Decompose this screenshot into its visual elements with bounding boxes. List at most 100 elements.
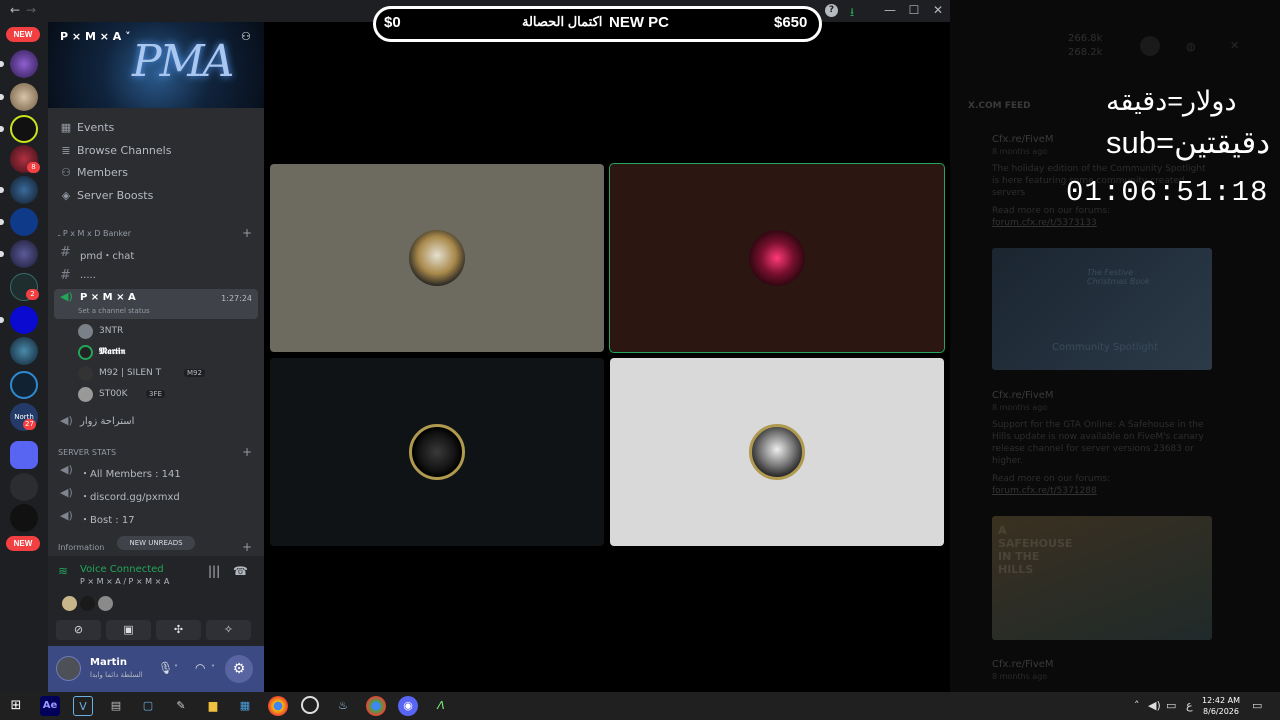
- invite-icon[interactable]: ⚇: [241, 30, 251, 43]
- app-icon[interactable]: Λ: [431, 696, 451, 716]
- video-tile-speaking[interactable]: [609, 163, 945, 353]
- system-clock[interactable]: 12:42 AM 8/6/2026: [1196, 695, 1246, 717]
- chevron-down-icon[interactable]: ˅: [174, 664, 178, 673]
- server-icon[interactable]: [10, 473, 38, 501]
- server-icon[interactable]: [10, 115, 38, 143]
- voice-channel-pxmxa[interactable]: ◀) P × M × A 1:27:24 Set a channel statu…: [54, 289, 258, 319]
- server-icon[interactable]: [10, 371, 38, 399]
- category-banker[interactable]: ـ P x M x D Banker +: [48, 226, 264, 243]
- obs-icon[interactable]: [301, 696, 319, 714]
- menu-label: Members: [77, 166, 128, 179]
- menu-events[interactable]: ▦ Events: [48, 118, 264, 140]
- stat-bost[interactable]: ◀) ・Bost : 17: [54, 508, 258, 528]
- gear-icon[interactable]: ⚙: [225, 655, 253, 683]
- folder-icon[interactable]: [10, 441, 38, 469]
- noise-suppression-icon[interactable]: |||: [208, 564, 220, 578]
- video-tile[interactable]: [270, 164, 604, 352]
- server-icon[interactable]: [10, 208, 38, 236]
- screen: ← → ? ⭳ — ☐ ✕ NEW 8 2 North 27 NEW PMA P…: [0, 0, 1280, 720]
- screen-share-button[interactable]: ▣: [106, 620, 151, 640]
- channel-pmd-chat[interactable]: # pmd・chat: [54, 244, 258, 264]
- vegas-icon[interactable]: V: [73, 696, 93, 716]
- server-icon[interactable]: [10, 337, 38, 365]
- microphone-icon[interactable]: 🎙: [158, 661, 173, 675]
- maximize-icon[interactable]: ☐: [904, 3, 924, 17]
- category-server-stats[interactable]: SERVER STATS +: [48, 445, 264, 462]
- voice-user[interactable]: ST00K 3FE: [78, 386, 248, 404]
- signal-icon[interactable]: ≋: [58, 564, 68, 578]
- shares-count: 268.2k: [1068, 47, 1103, 58]
- menu-browse-channels[interactable]: ≣ Browse Channels: [48, 141, 264, 163]
- help-icon[interactable]: ?: [825, 4, 838, 17]
- minimize-icon[interactable]: —: [880, 3, 900, 17]
- channel-status[interactable]: Set a channel status: [78, 307, 150, 315]
- unread-dot: [0, 61, 4, 67]
- network-icon[interactable]: ▭: [1166, 699, 1176, 712]
- volume-icon[interactable]: ◀): [1148, 699, 1161, 712]
- avatar[interactable]: [56, 656, 81, 681]
- server-icon[interactable]: [10, 504, 38, 532]
- chevron-down-icon[interactable]: ˅: [211, 664, 215, 673]
- stat-invite[interactable]: ◀) ・discord.gg/pxmxd: [54, 485, 258, 505]
- channel-label: .....: [80, 270, 96, 281]
- unread-dot: [0, 94, 4, 100]
- voice-status[interactable]: Voice Connected: [80, 564, 164, 575]
- add-channel-icon[interactable]: +: [242, 445, 252, 459]
- post-time: 8 months ago: [992, 672, 1048, 681]
- steam-icon[interactable]: ♨: [333, 696, 353, 716]
- server-icon[interactable]: [10, 50, 38, 78]
- unread-dot: [0, 126, 4, 132]
- menu-server-boosts[interactable]: ◈ Server Boosts: [48, 186, 264, 208]
- file-explorer-icon[interactable]: ▆: [203, 696, 223, 716]
- window-icon[interactable]: ▢: [138, 696, 158, 716]
- menu-members[interactable]: ⚇ Members: [48, 163, 264, 185]
- after-effects-icon[interactable]: Ae: [40, 696, 60, 716]
- stat-members[interactable]: ◀) ・All Members : 141: [54, 462, 258, 482]
- stream-overlay-panel: 266.8k 268.2k ◍ ✕ X.COM FEED Cfx.re/Five…: [950, 0, 1280, 692]
- chrome-icon[interactable]: [268, 696, 288, 716]
- activities-button[interactable]: ✣: [156, 620, 201, 640]
- server-name[interactable]: P × M × A ˅: [60, 30, 131, 43]
- ghost-app-icon[interactable]: ✎: [171, 696, 191, 716]
- voice-location[interactable]: P × M × A / P × M × A: [80, 577, 169, 586]
- avatar[interactable]: [62, 596, 77, 611]
- server-icon[interactable]: [10, 176, 38, 204]
- add-channel-icon[interactable]: +: [242, 540, 252, 554]
- new-unreads-button[interactable]: NEW UNREADS: [117, 536, 195, 550]
- disconnect-icon[interactable]: ☎: [233, 564, 248, 578]
- avatar[interactable]: [80, 596, 95, 611]
- avatar[interactable]: [98, 596, 113, 611]
- server-icon[interactable]: [10, 306, 38, 334]
- store-icon[interactable]: ▦: [235, 696, 255, 716]
- avatar: [409, 230, 465, 286]
- server-icon[interactable]: [10, 83, 38, 111]
- post-image: Community Spotlight The Festive Christma…: [992, 248, 1212, 370]
- close-icon[interactable]: ✕: [928, 3, 948, 17]
- camera-off-button[interactable]: ⊘: [56, 620, 101, 640]
- forward-arrow-icon[interactable]: →: [26, 3, 36, 17]
- back-arrow-icon[interactable]: ←: [10, 3, 20, 17]
- hash-icon: #: [60, 245, 71, 260]
- chrome-profile-icon[interactable]: [366, 696, 386, 716]
- soundboard-button[interactable]: ✧: [206, 620, 251, 640]
- post-image-subtitle: The Festive Christmas Book: [1087, 268, 1150, 286]
- user-name[interactable]: Martin: [90, 657, 127, 668]
- download-icon[interactable]: ⭳: [850, 3, 854, 24]
- voice-user[interactable]: 3NTR: [78, 323, 248, 341]
- tray-chevron-icon[interactable]: ˄: [1134, 699, 1140, 712]
- video-tile[interactable]: [270, 358, 604, 546]
- discord-icon[interactable]: ◉: [398, 696, 418, 716]
- speaker-icon: ◀): [60, 290, 73, 303]
- input-language[interactable]: ع: [1186, 699, 1193, 712]
- headphones-icon[interactable]: ◠: [195, 661, 205, 675]
- channel-dots[interactable]: #.....: [54, 267, 258, 287]
- voice-channel-rest[interactable]: ◀) استراحة زوار: [54, 413, 258, 433]
- video-tile[interactable]: [610, 358, 944, 546]
- add-channel-icon[interactable]: +: [242, 226, 252, 240]
- voice-user[interactable]: M92 | SILEN T M92: [78, 365, 248, 383]
- server-icon[interactable]: [10, 240, 38, 268]
- voice-user[interactable]: 𝕸𝖆𝖗𝖙𝖎𝖓: [78, 344, 248, 362]
- calculator-icon[interactable]: ▤: [106, 696, 126, 716]
- windows-start-icon[interactable]: ⊞: [6, 696, 26, 716]
- notifications-icon[interactable]: ▭: [1252, 699, 1262, 712]
